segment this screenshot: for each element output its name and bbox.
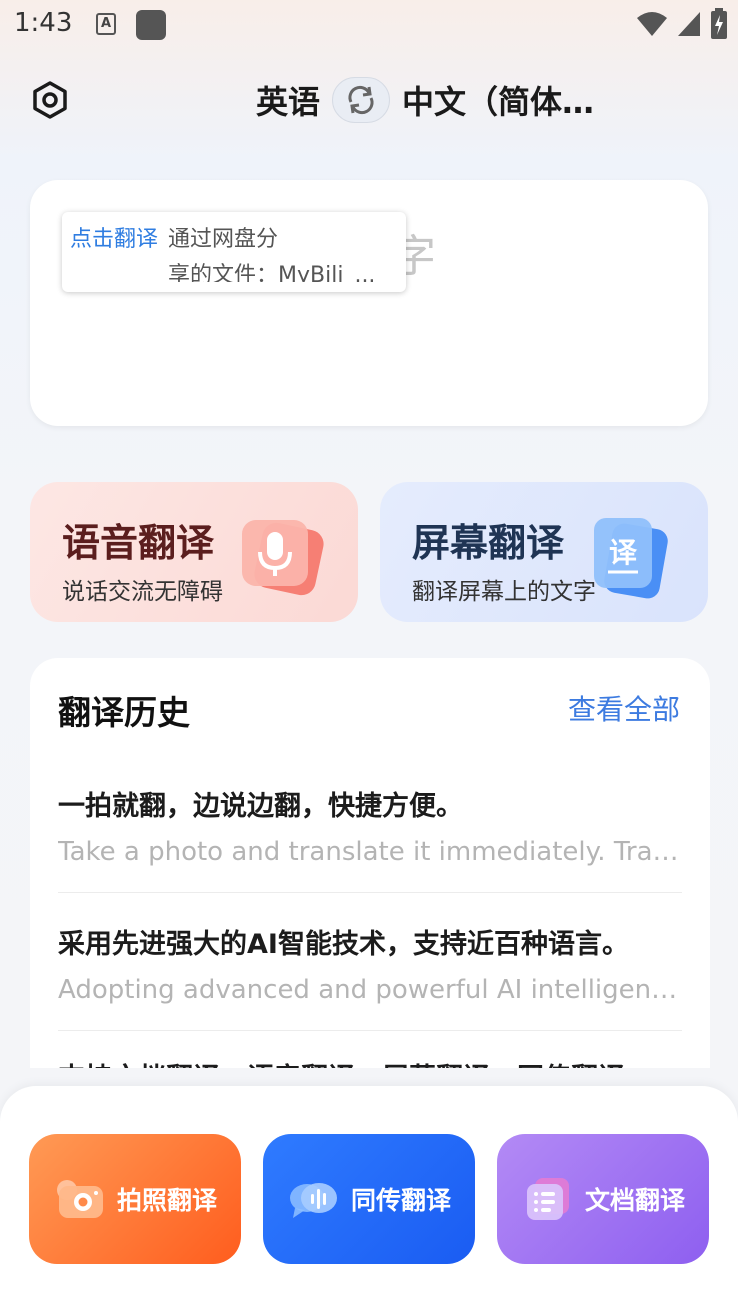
document-translate-button[interactable]: 文档翻译 bbox=[497, 1134, 709, 1264]
translation-history-card: 翻译历史 查看全部 一拍就翻，边说边翻，快捷方便。 Take a photo a… bbox=[30, 658, 710, 1068]
history-item[interactable]: 一拍就翻，边说边翻，快捷方便。 Take a photo and transla… bbox=[58, 784, 682, 893]
photo-translate-button[interactable]: 拍照翻译 bbox=[29, 1134, 241, 1264]
tooltip-line-2: 享的文件：MyBili_... bbox=[168, 263, 376, 282]
target-language[interactable]: 中文（简体… bbox=[402, 77, 602, 123]
clipboard-tooltip[interactable]: 点击翻译 通过网盘分 享的文件：MyBili_... bbox=[62, 212, 406, 292]
simultaneous-translate-label: 同传翻译 bbox=[350, 1186, 451, 1215]
simultaneous-translate-button[interactable]: 同传翻译 bbox=[263, 1134, 475, 1264]
history-item[interactable]: 采用先进强大的AI智能技术，支持近百种语言。 Adopting advanced… bbox=[58, 922, 682, 1031]
voice-translate-title: 语音翻译 bbox=[62, 521, 215, 565]
screen-translate-icon: 译 bbox=[594, 518, 668, 599]
history-item-source: 一拍就翻，边说边翻，快捷方便。 bbox=[58, 791, 463, 822]
microphone-icon bbox=[242, 520, 324, 596]
voice-translate-card[interactable]: 语音翻译 说话交流无障碍 bbox=[30, 482, 358, 622]
speech-bubble-icon bbox=[289, 1183, 337, 1218]
screen-translate-title: 屏幕翻译 bbox=[412, 521, 565, 565]
language-bar: 英语 中文（简体… bbox=[0, 72, 738, 128]
status-time: 1:43 bbox=[14, 8, 73, 38]
history-item-translation: Take a photo and translate it immediatel… bbox=[58, 837, 682, 867]
history-item-source: 支持文档翻译，语音翻译，屏幕翻译，同传翻译 bbox=[58, 1056, 682, 1068]
view-all-link[interactable]: 查看全部 bbox=[568, 688, 680, 728]
tooltip-text: 通过网盘分 享的文件：MyBili_... bbox=[168, 222, 384, 282]
history-item[interactable]: 支持文档翻译，语音翻译，屏幕翻译，同传翻译 bbox=[58, 1056, 682, 1068]
wifi-icon bbox=[637, 12, 667, 36]
signal-icon bbox=[678, 12, 700, 36]
screen-icon-text: 译 bbox=[609, 536, 638, 569]
battery-icon bbox=[711, 8, 727, 39]
camera-icon bbox=[56, 1180, 103, 1218]
tooltip-translate-action[interactable]: 点击翻译 bbox=[70, 222, 158, 282]
history-title: 翻译历史 bbox=[58, 693, 190, 732]
history-item-translation: Adopting advanced and powerful AI intell… bbox=[58, 975, 682, 1005]
swap-language-button[interactable] bbox=[332, 77, 390, 123]
document-translate-label: 文档翻译 bbox=[584, 1186, 685, 1215]
screen-translate-subtitle: 翻译屏幕上的文字 bbox=[412, 579, 596, 605]
screen-translate-card[interactable]: 屏幕翻译 翻译屏幕上的文字 译 bbox=[380, 482, 708, 622]
swap-icon bbox=[348, 85, 374, 115]
document-icon bbox=[526, 1178, 569, 1220]
tooltip-line-1: 通过网盘分 bbox=[168, 227, 279, 252]
status-icons bbox=[636, 8, 728, 40]
history-item-source: 采用先进强大的AI智能技术，支持近百种语言。 bbox=[58, 929, 629, 960]
photo-translate-label: 拍照翻译 bbox=[116, 1186, 217, 1215]
notification-app-icon bbox=[136, 10, 166, 40]
voice-translate-subtitle: 说话交流无障碍 bbox=[62, 579, 223, 605]
source-language[interactable]: 英语 bbox=[256, 77, 320, 123]
notification-a-icon: A bbox=[96, 13, 116, 35]
